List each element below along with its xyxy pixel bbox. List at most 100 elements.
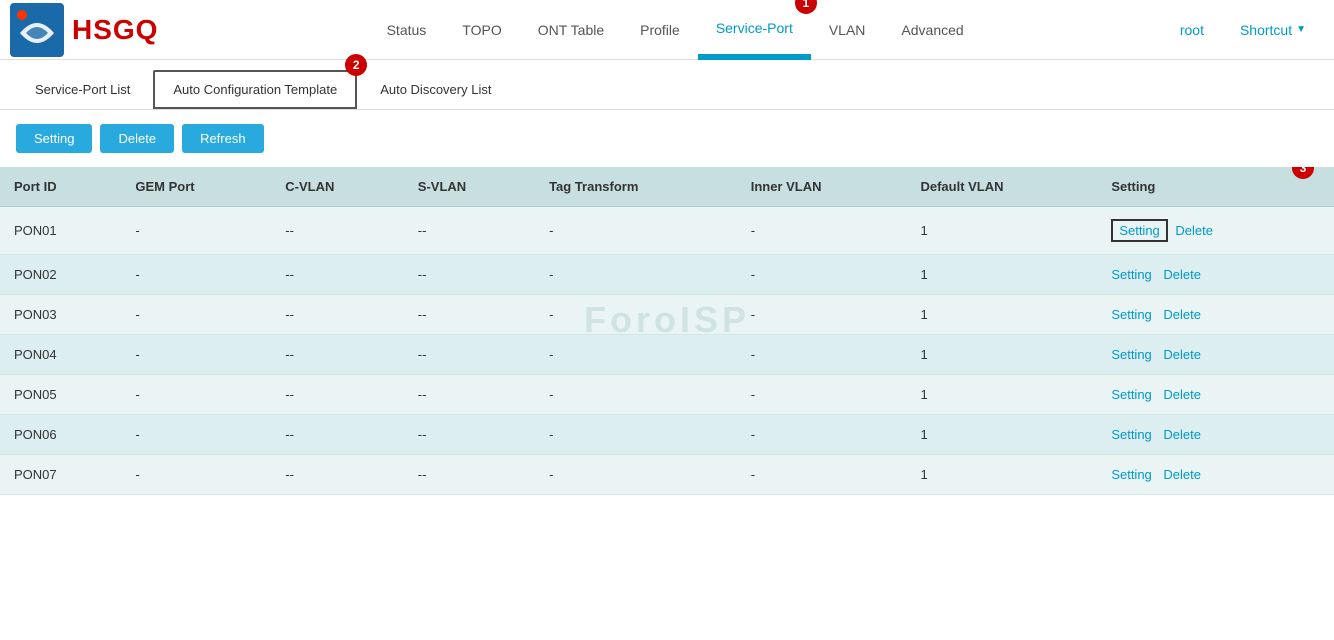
delete-link[interactable]: Delete — [1163, 307, 1201, 322]
table-header: Port ID GEM Port C-VLAN S-VLAN Tag Trans… — [0, 167, 1334, 207]
nav-status[interactable]: Status — [369, 0, 445, 60]
cell-s-vlan: -- — [404, 455, 535, 495]
cell-c-vlan: -- — [271, 255, 404, 295]
cell-gem-port: - — [121, 335, 271, 375]
refresh-button[interactable]: Refresh — [182, 124, 264, 153]
tab-service-port-list[interactable]: Service-Port List — [16, 71, 149, 108]
delete-link[interactable]: Delete — [1163, 467, 1201, 482]
col-inner-vlan: Inner VLAN — [737, 167, 907, 207]
col-setting: Setting 3 — [1097, 167, 1334, 207]
cell-port-id: PON02 — [0, 255, 121, 295]
cell-s-vlan: -- — [404, 335, 535, 375]
setting-link[interactable]: Setting — [1111, 267, 1151, 282]
cell-inner-vlan: - — [737, 295, 907, 335]
table-row: PON05-------1Setting Delete — [0, 375, 1334, 415]
navbar: HSGQ Status TOPO ONT Table Profile Servi… — [0, 0, 1334, 60]
nav-vlan[interactable]: VLAN — [811, 0, 884, 60]
cell-port-id: PON01 — [0, 207, 121, 255]
cell-actions: Setting Delete — [1097, 255, 1334, 295]
cell-default-vlan: 1 — [906, 335, 1097, 375]
setting-link[interactable]: Setting — [1111, 467, 1151, 482]
cell-actions: Setting Delete — [1097, 207, 1334, 255]
delete-link[interactable]: Delete — [1163, 387, 1201, 402]
setting-link[interactable]: Setting — [1111, 307, 1151, 322]
cell-s-vlan: -- — [404, 295, 535, 335]
cell-s-vlan: -- — [404, 255, 535, 295]
nav-ont-table[interactable]: ONT Table — [520, 0, 622, 60]
delete-button[interactable]: Delete — [100, 124, 174, 153]
cell-inner-vlan: - — [737, 455, 907, 495]
col-default-vlan: Default VLAN — [906, 167, 1097, 207]
table-row: PON04-------1Setting Delete — [0, 335, 1334, 375]
cell-actions: Setting Delete — [1097, 455, 1334, 495]
cell-default-vlan: 1 — [906, 415, 1097, 455]
cell-gem-port: - — [121, 455, 271, 495]
cell-port-id: PON05 — [0, 375, 121, 415]
nav-right: root Shortcut ▼ — [1162, 0, 1324, 60]
cell-default-vlan: 1 — [906, 375, 1097, 415]
table-wrap: Port ID GEM Port C-VLAN S-VLAN Tag Trans… — [0, 167, 1334, 495]
nav-profile[interactable]: Profile — [622, 0, 698, 60]
cell-inner-vlan: - — [737, 207, 907, 255]
cell-tag-transform: - — [535, 207, 737, 255]
cell-s-vlan: -- — [404, 415, 535, 455]
nav-advanced[interactable]: Advanced — [883, 0, 981, 60]
main-table: Port ID GEM Port C-VLAN S-VLAN Tag Trans… — [0, 167, 1334, 495]
cell-port-id: PON04 — [0, 335, 121, 375]
cell-inner-vlan: - — [737, 375, 907, 415]
cell-tag-transform: - — [535, 415, 737, 455]
cell-s-vlan: -- — [404, 207, 535, 255]
cell-actions: Setting Delete — [1097, 295, 1334, 335]
tabs-row: Service-Port List Auto Configuration Tem… — [0, 60, 1334, 110]
cell-tag-transform: - — [535, 295, 737, 335]
badge-3: 3 — [1292, 167, 1314, 179]
table-row: PON02-------1Setting Delete — [0, 255, 1334, 295]
cell-c-vlan: -- — [271, 455, 404, 495]
nav-links: Status TOPO ONT Table Profile Service-Po… — [188, 0, 1161, 60]
cell-gem-port: - — [121, 207, 271, 255]
cell-inner-vlan: - — [737, 255, 907, 295]
delete-link[interactable]: Delete — [1163, 427, 1201, 442]
cell-gem-port: - — [121, 295, 271, 335]
col-tag-transform: Tag Transform — [535, 167, 737, 207]
table-row: PON06-------1Setting Delete — [0, 415, 1334, 455]
col-gem-port: GEM Port — [121, 167, 271, 207]
nav-root[interactable]: root — [1162, 0, 1222, 60]
cell-default-vlan: 1 — [906, 255, 1097, 295]
cell-c-vlan: -- — [271, 335, 404, 375]
cell-inner-vlan: - — [737, 335, 907, 375]
delete-link[interactable]: Delete — [1163, 347, 1201, 362]
cell-port-id: PON06 — [0, 415, 121, 455]
cell-s-vlan: -- — [404, 375, 535, 415]
toolbar: Setting Delete Refresh — [0, 110, 1334, 167]
cell-tag-transform: - — [535, 455, 737, 495]
nav-shortcut[interactable]: Shortcut ▼ — [1222, 0, 1324, 60]
col-s-vlan: S-VLAN — [404, 167, 535, 207]
cell-default-vlan: 1 — [906, 207, 1097, 255]
cell-tag-transform: - — [535, 335, 737, 375]
nav-service-port[interactable]: Service-Port 1 — [698, 0, 811, 60]
cell-gem-port: - — [121, 255, 271, 295]
setting-link[interactable]: Setting — [1111, 219, 1167, 242]
setting-link[interactable]: Setting — [1111, 347, 1151, 362]
tab-auto-discovery-list[interactable]: Auto Discovery List — [361, 71, 510, 108]
setting-button[interactable]: Setting — [16, 124, 92, 153]
setting-link[interactable]: Setting — [1111, 387, 1151, 402]
table-row: PON07-------1Setting Delete — [0, 455, 1334, 495]
logo-text: HSGQ — [72, 14, 158, 46]
delete-link[interactable]: Delete — [1163, 267, 1201, 282]
col-port-id: Port ID — [0, 167, 121, 207]
cell-port-id: PON03 — [0, 295, 121, 335]
logo-icon — [10, 3, 64, 57]
tab-auto-config-template[interactable]: Auto Configuration Template 2 — [153, 70, 357, 109]
cell-tag-transform: - — [535, 375, 737, 415]
delete-link[interactable]: Delete — [1175, 223, 1213, 238]
setting-link[interactable]: Setting — [1111, 427, 1151, 442]
col-c-vlan: C-VLAN — [271, 167, 404, 207]
nav-topo[interactable]: TOPO — [444, 0, 519, 60]
table-row: PON01-------1Setting Delete — [0, 207, 1334, 255]
cell-c-vlan: -- — [271, 415, 404, 455]
cell-default-vlan: 1 — [906, 295, 1097, 335]
cell-default-vlan: 1 — [906, 455, 1097, 495]
cell-tag-transform: - — [535, 255, 737, 295]
